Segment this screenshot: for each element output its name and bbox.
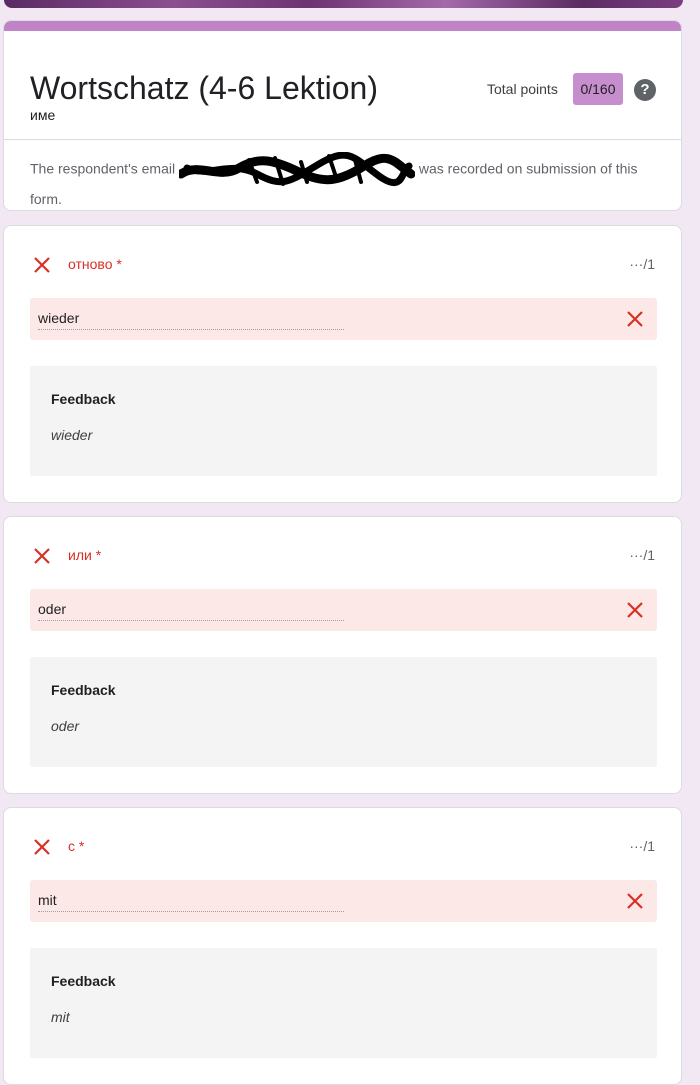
- answer-underline: [38, 329, 344, 330]
- header-banner-image: [4, 0, 683, 8]
- total-points-label: Total points: [487, 81, 558, 97]
- form-header-card: Wortschatz (4-6 Lektion) Total points 0/…: [3, 20, 682, 211]
- answer-text: oder: [38, 601, 67, 617]
- feedback-text: wieder: [51, 427, 93, 443]
- question-points: ···/1: [629, 838, 655, 854]
- answer-text: mit: [38, 892, 57, 908]
- feedback-label: Feedback: [51, 682, 116, 698]
- form-title: Wortschatz (4-6 Lektion): [30, 70, 378, 106]
- accent-bar: [4, 21, 681, 31]
- feedback-panel: Feedback wieder: [30, 366, 657, 476]
- incorrect-x-icon: [34, 548, 50, 564]
- question-points: ···/1: [629, 256, 655, 272]
- email-notice-prefix: The respondent's email: [30, 160, 176, 177]
- feedback-panel: Feedback oder: [30, 657, 657, 767]
- question-card: отново * ···/1 wieder Feedback wieder: [3, 225, 682, 503]
- total-points-badge: 0/160: [573, 73, 623, 105]
- question-card: или * ···/1 oder Feedback oder: [3, 516, 682, 794]
- answer-field: wieder: [30, 298, 657, 340]
- header-divider: [4, 139, 681, 140]
- question-title: отново *: [68, 256, 122, 272]
- feedback-text: mit: [51, 1009, 70, 1025]
- redacted-email: [178, 152, 415, 187]
- question-title: с *: [68, 838, 85, 854]
- answer-field: mit: [30, 880, 657, 922]
- answer-field: oder: [30, 589, 657, 631]
- answer-underline: [38, 620, 344, 621]
- incorrect-x-icon: [34, 257, 50, 273]
- feedback-label: Feedback: [51, 973, 116, 989]
- answer-text: wieder: [38, 310, 80, 326]
- question-card: с * ···/1 mit Feedback mit: [3, 807, 682, 1085]
- incorrect-x-icon: [627, 893, 643, 909]
- email-notice: The respondent's email was recorded on s…: [30, 152, 650, 210]
- feedback-panel: Feedback mit: [30, 948, 657, 1058]
- incorrect-x-icon: [627, 311, 643, 327]
- question-title: или *: [68, 547, 102, 563]
- feedback-label: Feedback: [51, 391, 116, 407]
- answer-underline: [38, 911, 344, 912]
- help-icon[interactable]: ?: [634, 79, 656, 101]
- feedback-text: oder: [51, 718, 80, 734]
- incorrect-x-icon: [34, 839, 50, 855]
- incorrect-x-icon: [627, 602, 643, 618]
- question-points: ···/1: [629, 547, 655, 563]
- respondent-name-label: име: [30, 107, 56, 123]
